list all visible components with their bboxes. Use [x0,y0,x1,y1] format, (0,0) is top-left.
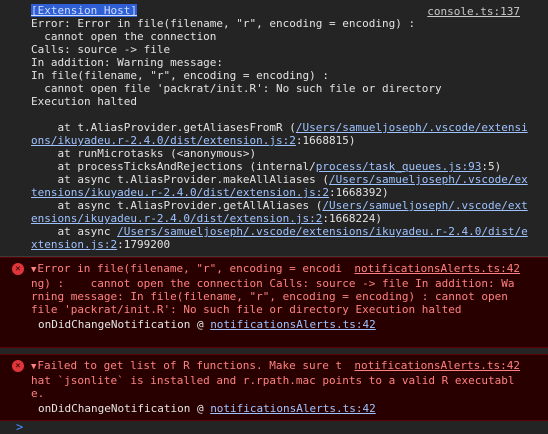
expand-triangle-icon[interactable]: ▼ [31,362,36,372]
error-source-link[interactable]: notificationsAlerts.ts:42 [354,262,520,275]
console-error-entry[interactable]: ✕ notificationsAlerts.ts:42 ▼Failed to g… [0,354,548,421]
console-error-entry[interactable]: ✕ notificationsAlerts.ts:42 ▼Error in fi… [0,257,548,348]
stack-frame: at t.AliasProvider.getAliasesFromR (/Use… [31,121,528,147]
expand-triangle-icon[interactable]: ▼ [31,265,36,275]
stack-frame-link[interactable]: process/task_queues.js:93 [316,160,482,173]
console-prompt-icon[interactable]: > [16,421,23,434]
stack-frame: at async t.AliasProvider.getAllAliases (… [31,199,528,225]
console-log-entry: console.ts:137 [Extension Host] Error: E… [0,0,548,257]
stack-frame: at async t.AliasProvider.makeAllAliases … [31,173,528,199]
log-line: cannot open the connection [31,30,217,43]
stack-frame: at processTicksAndRejections (internal/p… [31,160,502,173]
stack-frame: at runMicrotasks (<anonymous>) [31,147,257,160]
stack-trace: at t.AliasProvider.getAliasesFromR (/Use… [31,121,534,251]
error-source-link[interactable]: notificationsAlerts.ts:42 [354,359,520,372]
error-icon: ✕ [12,263,24,275]
log-line: Error: Error in file(filename, "r", enco… [31,17,416,30]
log-line: In addition: Warning message: [31,56,224,69]
log-line: Calls: source -> file [31,43,171,56]
log-line: In file(filename, "r", encoding = encodi… [31,69,330,82]
error-icon: ✕ [12,360,24,372]
caller-source-link[interactable]: notificationsAlerts.ts:42 [210,402,376,415]
log-source-link[interactable]: console.ts:137 [427,5,520,18]
log-line: Execution halted [31,95,137,108]
error-caller: onDidChangeNotification @ notificationsA… [38,402,376,415]
error-caller: onDidChangeNotification @ notificationsA… [38,318,376,331]
stack-frame: at async /Users/samueljoseph/.vscode/ext… [31,225,528,251]
caller-source-link[interactable]: notificationsAlerts.ts:42 [210,318,376,331]
log-line: cannot open file 'packrat/init.R': No su… [31,82,442,95]
extension-host-badge: [Extension Host] [31,4,137,17]
